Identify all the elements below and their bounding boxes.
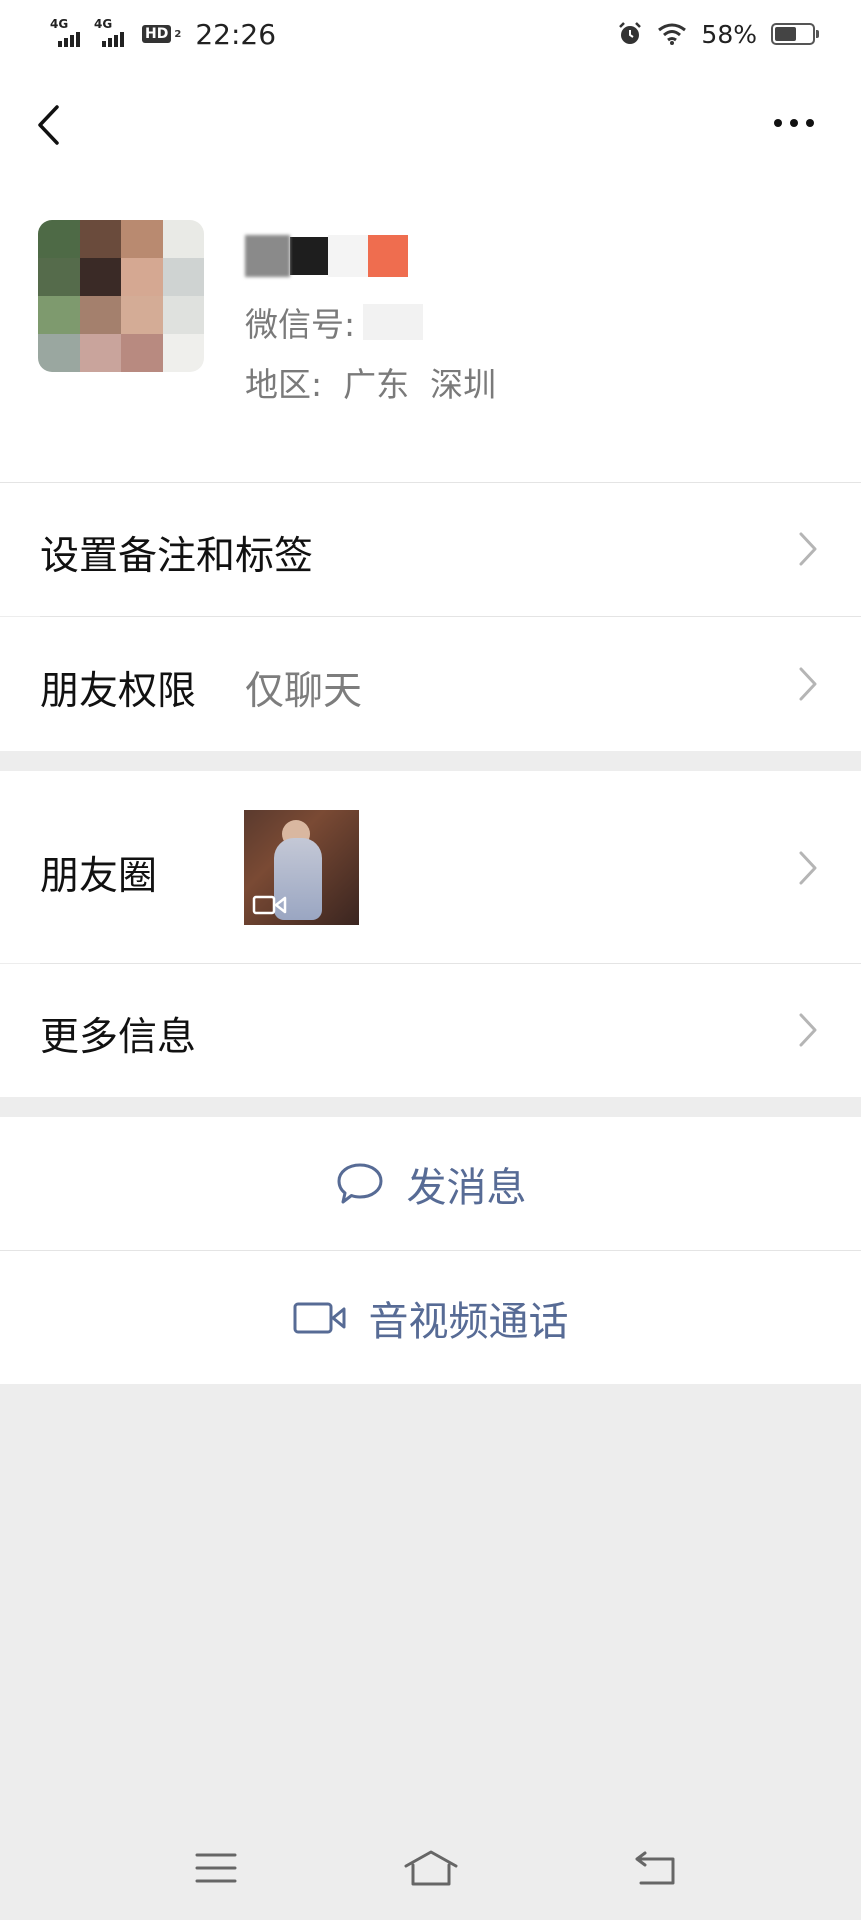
moments-thumbnail[interactable] (244, 810, 359, 925)
wechat-id-redacted (363, 304, 424, 340)
more-info-label: 更多信息 (40, 1015, 197, 1060)
battery-fill (775, 27, 796, 41)
avatar[interactable] (38, 220, 204, 372)
system-nav-bar (0, 1830, 861, 1910)
back-icon (635, 1851, 675, 1885)
wechat-id: 微信号: (245, 298, 424, 346)
clock: 22:26 (195, 17, 277, 51)
send-message-button[interactable]: 发消息 (0, 1117, 861, 1250)
more-dots-icon (774, 119, 782, 127)
region: 地区: 广东 深圳 (245, 365, 497, 404)
hd-sub-label: 2 (174, 28, 182, 40)
alarm-icon (619, 22, 642, 44)
signal-icon: 4G (50, 17, 88, 51)
battery-percent: 58% (701, 19, 757, 49)
friend-permission-label: 朋友权限 (40, 669, 197, 714)
moments-label: 朋友圈 (40, 854, 158, 899)
chevron-right-icon (799, 532, 817, 566)
signal-label: 4G (94, 17, 113, 31)
friend-permission-value: 仅聊天 (245, 669, 363, 714)
chevron-right-icon (799, 667, 817, 701)
status-right: 58% (617, 14, 819, 54)
wifi-icon (658, 23, 687, 45)
video-call-button[interactable]: 音视频通话 (0, 1251, 861, 1384)
back-button[interactable] (28, 100, 68, 150)
more-info-row[interactable]: 更多信息 (0, 964, 861, 1097)
remark-tags-label: 设置备注和标签 (40, 534, 314, 579)
status-left: 4G 4G HD 2 22:26 (50, 14, 276, 54)
signal-label: 4G (50, 17, 69, 31)
home-icon (404, 1850, 458, 1886)
moments-row[interactable]: 朋友圈 (0, 771, 861, 963)
menu-button[interactable] (186, 1838, 246, 1898)
video-icon (252, 895, 287, 915)
menu-icon (195, 1853, 237, 1883)
back-nav-button[interactable] (626, 1838, 686, 1898)
video-call-label: 音视频通话 (368, 1298, 569, 1345)
chevron-left-icon (38, 105, 59, 145)
home-button[interactable] (401, 1838, 461, 1898)
chat-bubble-icon (337, 1163, 382, 1203)
video-camera-icon (293, 1302, 345, 1333)
remark-tags-row[interactable]: 设置备注和标签 (0, 483, 861, 616)
hd-icon: HD (142, 25, 172, 43)
more-button[interactable] (768, 108, 820, 138)
wechat-id-label: 微信号: (245, 305, 356, 344)
signal-icon: 4G (94, 17, 132, 51)
friend-permission-row[interactable]: 朋友权限 仅聊天 (0, 617, 861, 751)
chevron-right-icon (799, 1013, 817, 1047)
battery-icon (771, 23, 819, 45)
send-message-label: 发消息 (406, 1164, 527, 1211)
status-bar: 4G 4G HD 2 22:26 58% (0, 0, 861, 68)
nickname-redacted (245, 228, 408, 284)
chevron-right-icon (799, 851, 817, 885)
